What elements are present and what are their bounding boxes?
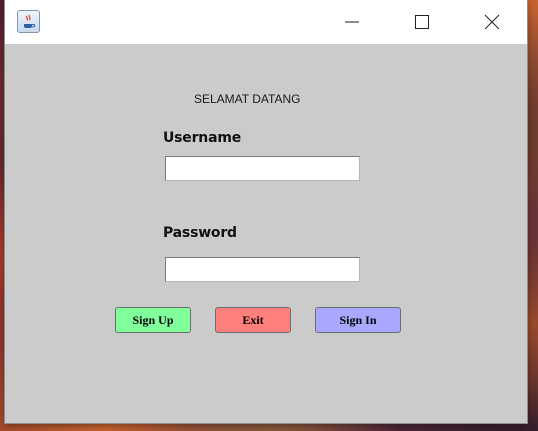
close-icon — [484, 14, 500, 30]
password-input[interactable] — [165, 257, 360, 282]
username-input[interactable] — [165, 156, 360, 181]
sign-up-button[interactable]: Sign Up — [115, 307, 191, 333]
login-window: SELAMAT DATANG Username Password Sign Up… — [5, 0, 527, 423]
maximize-button[interactable] — [399, 0, 445, 44]
minimize-icon — [345, 21, 359, 23]
minimize-button[interactable] — [329, 0, 375, 44]
close-button[interactable] — [469, 0, 515, 44]
password-label: Password — [163, 225, 237, 241]
sign-in-button[interactable]: Sign In — [315, 307, 401, 333]
welcome-heading: SELAMAT DATANG — [194, 92, 301, 106]
exit-button[interactable]: Exit — [215, 307, 291, 333]
title-bar[interactable] — [5, 0, 527, 44]
login-panel: SELAMAT DATANG Username Password Sign Up… — [5, 44, 527, 423]
maximize-icon — [415, 15, 429, 29]
java-icon[interactable] — [17, 10, 40, 33]
username-label: Username — [163, 130, 241, 146]
